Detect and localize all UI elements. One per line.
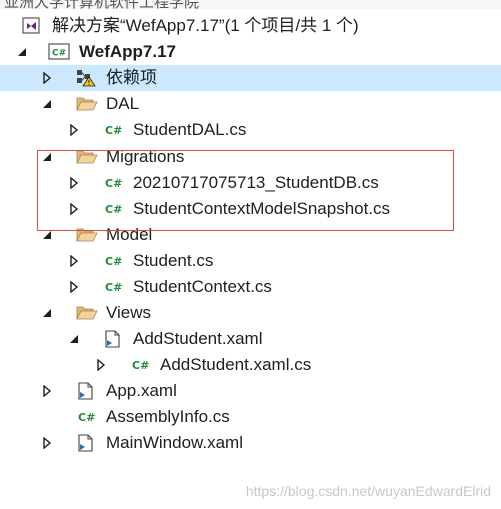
- clipped-header-strip: 亚洲大学计算机软件工程学院: [0, 0, 501, 9]
- tree-row-file-assemblyinfo[interactable]: C# AssemblyInfo.cs: [0, 404, 501, 430]
- csharp-file-icon: C#: [77, 408, 97, 426]
- collapsed-arrow-icon[interactable]: [67, 117, 81, 143]
- collapsed-arrow-icon[interactable]: [67, 196, 81, 222]
- csharp-file-icon: C#: [104, 278, 124, 296]
- svg-text:C#: C#: [132, 359, 149, 372]
- csharp-project-icon: C#: [48, 43, 70, 61]
- expanded-arrow-icon[interactable]: [15, 39, 29, 65]
- file-label-addstudent-cs: AddStudent.xaml.cs: [160, 355, 312, 374]
- folder-open-icon: [76, 95, 98, 113]
- csharp-file-icon: C#: [131, 356, 151, 374]
- expanded-arrow-icon[interactable]: [67, 326, 81, 352]
- folder-label-model: Model: [106, 225, 153, 244]
- file-label-studentcontext: StudentContext.cs: [133, 277, 272, 296]
- dependencies-label: 依赖项: [106, 68, 157, 87]
- xaml-file-icon: [76, 434, 96, 452]
- tree-row-file-addstudent-cs[interactable]: C# AddStudent.xaml.cs: [0, 352, 501, 378]
- file-label-migration: 20210717075713_StudentDB.cs: [133, 173, 379, 192]
- svg-text:C#: C#: [105, 203, 122, 216]
- file-label-snapshot: StudentContextModelSnapshot.cs: [133, 199, 391, 218]
- collapsed-arrow-icon[interactable]: [67, 170, 81, 196]
- tree-row-file-migration[interactable]: C# 20210717075713_StudentDB.cs: [0, 170, 501, 196]
- svg-text:C#: C#: [78, 411, 95, 424]
- csharp-file-icon: C#: [104, 252, 124, 270]
- expanded-arrow-icon[interactable]: [40, 91, 54, 117]
- csharp-file-icon: C#: [104, 200, 124, 218]
- tree-row-folder-migrations[interactable]: Migrations: [0, 144, 501, 170]
- tree-row-file-studentdal[interactable]: C# StudentDAL.cs: [0, 117, 501, 143]
- project-label: WefApp7.17: [79, 42, 176, 61]
- watermark-text: https://blog.csdn.net/wuyanEdwardElrid: [245, 483, 491, 499]
- collapsed-arrow-icon[interactable]: [40, 430, 54, 456]
- collapsed-arrow-icon[interactable]: [40, 65, 54, 91]
- tree-row-file-addstudent-xaml[interactable]: AddStudent.xaml: [0, 326, 501, 352]
- tree-row-solution[interactable]: 解决方案“WefApp7.17”(1 个项目/共 1 个): [0, 13, 501, 39]
- tree-row-project[interactable]: C# WefApp7.17: [0, 39, 501, 65]
- csharp-file-icon: C#: [104, 121, 124, 139]
- tree-row-file-app-xaml[interactable]: App.xaml: [0, 378, 501, 404]
- svg-text:C#: C#: [105, 255, 122, 268]
- svg-text:C#: C#: [105, 281, 122, 294]
- folder-label-views: Views: [106, 303, 152, 322]
- tree-row-file-mainwindow-xaml[interactable]: MainWindow.xaml: [0, 430, 501, 456]
- dependencies-warning-icon: [75, 69, 96, 87]
- folder-open-icon: [76, 304, 98, 322]
- folder-label-migrations: Migrations: [106, 147, 185, 166]
- xaml-file-icon: [76, 382, 96, 400]
- xaml-file-icon: [103, 330, 123, 348]
- file-label-assemblyinfo: AssemblyInfo.cs: [106, 407, 230, 426]
- tree-row-folder-views[interactable]: Views: [0, 300, 501, 326]
- expanded-arrow-icon[interactable]: [40, 300, 54, 326]
- folder-open-icon: [76, 148, 98, 166]
- folder-open-icon: [76, 226, 98, 244]
- svg-text:C#: C#: [105, 177, 122, 190]
- clipped-header-text: 亚洲大学计算机软件工程学院: [4, 0, 200, 9]
- tree-row-file-snapshot[interactable]: C# StudentContextModelSnapshot.cs: [0, 196, 501, 222]
- file-label-student: Student.cs: [133, 251, 214, 270]
- collapsed-arrow-icon[interactable]: [67, 248, 81, 274]
- tree-row-file-student[interactable]: C# Student.cs: [0, 248, 501, 274]
- expanded-arrow-icon[interactable]: [40, 222, 54, 248]
- solution-label: 解决方案“WefApp7.17”(1 个项目/共 1 个): [52, 16, 359, 35]
- collapsed-arrow-icon[interactable]: [94, 352, 108, 378]
- collapsed-arrow-icon[interactable]: [40, 378, 54, 404]
- tree-row-dependencies[interactable]: 依赖项: [0, 65, 501, 91]
- file-label-mainwindow-xaml: MainWindow.xaml: [106, 433, 243, 452]
- svg-text:C#: C#: [52, 49, 66, 59]
- folder-label-dal: DAL: [106, 94, 140, 113]
- expanded-arrow-icon[interactable]: [40, 144, 54, 170]
- tree-row-file-studentcontext[interactable]: C# StudentContext.cs: [0, 274, 501, 300]
- csharp-file-icon: C#: [104, 174, 124, 192]
- file-label-addstudent-xaml: AddStudent.xaml: [133, 329, 263, 348]
- tree-row-folder-model[interactable]: Model: [0, 222, 501, 248]
- svg-text:C#: C#: [105, 124, 122, 137]
- visual-studio-icon: [22, 17, 42, 35]
- file-label-app-xaml: App.xaml: [106, 381, 177, 400]
- tree-row-folder-dal[interactable]: DAL: [0, 91, 501, 117]
- collapsed-arrow-icon[interactable]: [67, 274, 81, 300]
- file-label-studentdal: StudentDAL.cs: [133, 120, 247, 139]
